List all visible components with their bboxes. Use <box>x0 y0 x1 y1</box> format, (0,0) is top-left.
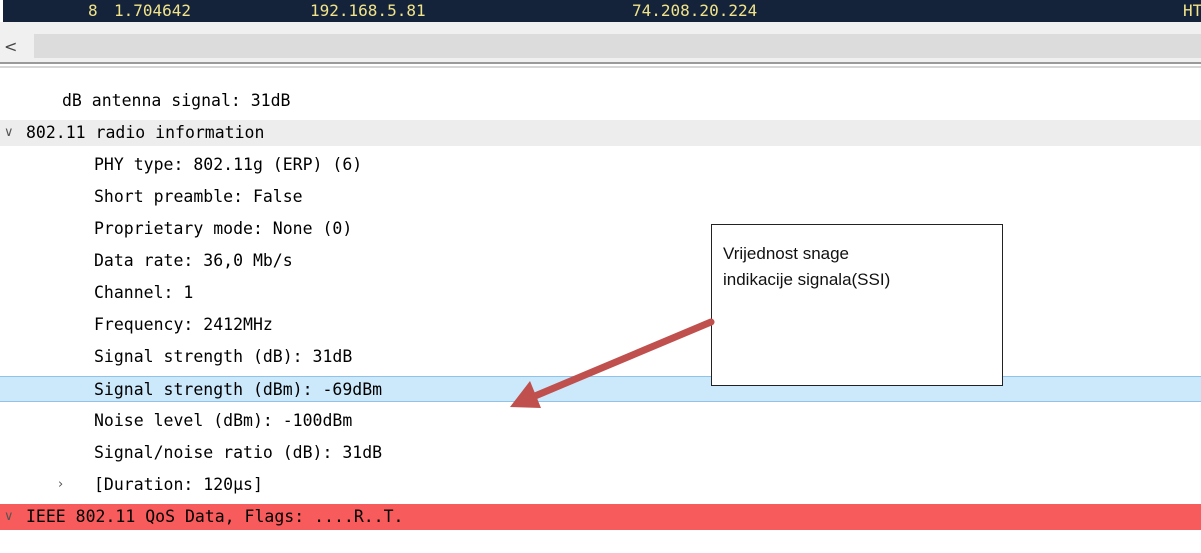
tree-item-channel[interactable]: Channel: 1 <box>0 280 1201 306</box>
tree-item-radio-information[interactable]: ∨ 802.11 radio information <box>0 120 1201 146</box>
tree-item-label: Signal/noise ratio (dB): 31dB <box>94 443 383 462</box>
pane-divider[interactable] <box>0 66 1201 68</box>
scroll-left-icon[interactable]: < <box>4 36 26 58</box>
tree-item-frequency[interactable]: Frequency: 2412MHz <box>0 312 1201 338</box>
row-edge-marker <box>0 0 3 22</box>
tree-item-phy-type[interactable]: PHY type: 802.11g (ERP) (6) <box>0 152 1201 178</box>
packet-source: 192.168.5.81 <box>310 1 426 20</box>
tree-item-label: PHY type: 802.11g (ERP) (6) <box>94 155 363 174</box>
tree-item-label: Channel: 1 <box>94 283 194 302</box>
annotation-arrow-icon <box>510 318 715 408</box>
tree-item-signal-noise-ratio[interactable]: Signal/noise ratio (dB): 31dB <box>0 440 1201 466</box>
tree-item-duration[interactable]: › [Duration: 120µs] <box>0 472 1201 498</box>
callout-line-2: indikacije signala(SSI) <box>723 270 891 289</box>
tree-item-label: Noise level (dBm): -100dBm <box>94 411 353 430</box>
horizontal-scrollbar[interactable]: < <box>0 22 1201 64</box>
tree-item-qos-data[interactable]: ∨ IEEE 802.11 QoS Data, Flags: ....R..T. <box>0 504 1201 530</box>
packet-number: 8 <box>88 1 98 20</box>
tree-item-data-rate[interactable]: Data rate: 36,0 Mb/s <box>0 248 1201 274</box>
tree-item-label: 802.11 radio information <box>26 123 265 142</box>
tree-item-label: Proprietary mode: None (0) <box>94 219 353 238</box>
tree-item-label: Data rate: 36,0 Mb/s <box>94 251 293 270</box>
tree-item-label: dB antenna signal: 31dB <box>62 91 291 110</box>
callout-line-1: Vrijednost snage <box>723 244 850 263</box>
chevron-right-icon[interactable]: › <box>58 472 76 498</box>
tree-item-label: Frequency: 2412MHz <box>94 315 273 334</box>
tree-item-label: Signal strength (dB): 31dB <box>94 347 353 366</box>
packet-protocol: HT <box>1183 1 1201 20</box>
tree-item-label: Short preamble: False <box>94 187 303 206</box>
tree-item-signal-strength-db[interactable]: Signal strength (dB): 31dB <box>0 344 1201 370</box>
tree-item-noise-level[interactable]: Noise level (dBm): -100dBm <box>0 408 1201 434</box>
tree-item-proprietary-mode[interactable]: Proprietary mode: None (0) <box>0 216 1201 242</box>
scrollbar-track[interactable] <box>34 34 1201 58</box>
tree-item-antenna-signal[interactable]: dB antenna signal: 31dB <box>0 88 1201 114</box>
packet-destination: 74.208.20.224 <box>632 1 758 20</box>
chevron-down-icon[interactable]: ∨ <box>4 504 22 530</box>
chevron-down-icon[interactable]: ∨ <box>4 120 22 146</box>
tree-item-label: Signal strength (dBm): -69dBm <box>94 380 383 399</box>
tree-item-signal-strength-dbm[interactable]: Signal strength (dBm): -69dBm <box>0 376 1201 402</box>
tree-item-short-preamble[interactable]: Short preamble: False <box>0 184 1201 210</box>
tree-item-label: IEEE 802.11 QoS Data, Flags: ....R..T. <box>26 507 404 526</box>
tree-item-label: [Duration: 120µs] <box>94 475 263 494</box>
annotation-callout-box: Vrijednost snage indikacije signala(SSI) <box>711 224 1003 386</box>
packet-time: 1.704642 <box>114 1 192 20</box>
packet-list-row[interactable]: 8 1.704642 192.168.5.81 74.208.20.224 HT <box>0 0 1201 22</box>
